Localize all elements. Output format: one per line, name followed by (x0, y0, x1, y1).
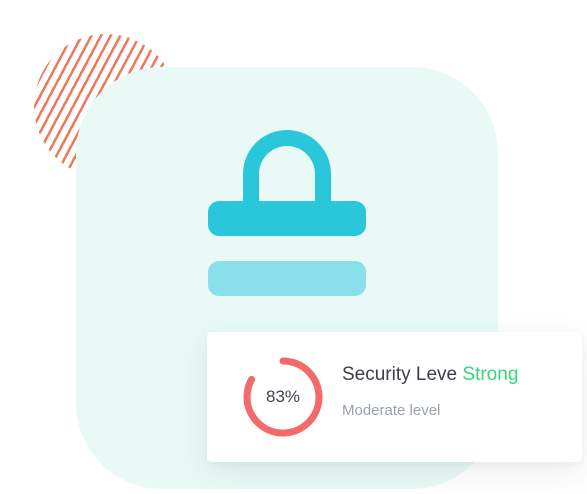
progress-ring: 83% (241, 355, 325, 439)
security-level-subtitle: Moderate level (342, 402, 441, 419)
progress-percent: 83% (265, 387, 301, 406)
security-illustration: 83% Security Leve Strong Moderate level (0, 0, 587, 494)
security-level-title: Security Leve Strong (342, 364, 518, 386)
security-strength: Strong (462, 364, 519, 385)
lock-body-bar (208, 201, 366, 236)
security-level-label: Security Leve (342, 364, 458, 385)
lock-body-bar-light (208, 261, 366, 296)
security-level-card: 83% Security Leve Strong Moderate level (207, 332, 582, 462)
